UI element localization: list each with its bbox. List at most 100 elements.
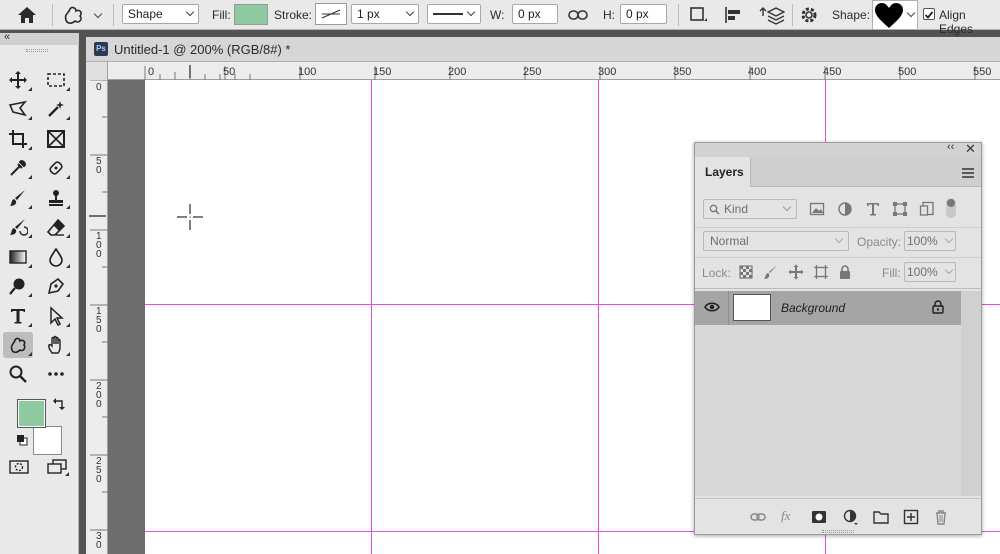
chevron-down-icon — [466, 7, 476, 17]
toolbar-header: « — [0, 31, 79, 45]
blur-tool-icon[interactable] — [41, 244, 71, 270]
blend-mode-select[interactable]: Normal — [703, 231, 849, 251]
vertical-ruler[interactable]: 0 5 0 1 0 0 1 5 0 2 0 0 2 5 0 3 0 — [86, 80, 108, 554]
opacity-input[interactable]: 100% — [904, 231, 956, 251]
document-tab[interactable]: Ps Untitled-1 @ 200% (RGB/8#) * — [86, 37, 1000, 62]
chevron-down-icon — [834, 234, 844, 244]
eraser-icon[interactable] — [41, 214, 71, 240]
quick-mask-icon[interactable] — [8, 458, 30, 476]
guide-vertical[interactable] — [371, 80, 372, 554]
filter-toggle[interactable] — [946, 198, 956, 218]
dodge-tool-icon[interactable] — [3, 273, 33, 299]
crop-tool-icon[interactable] — [3, 126, 33, 152]
stroke-type-select[interactable] — [427, 4, 481, 24]
trash-icon[interactable] — [933, 509, 949, 525]
align-edges-checkbox[interactable] — [923, 8, 935, 20]
layer-style-fx-icon[interactable]: fx — [781, 508, 790, 524]
frame-tool-icon[interactable] — [41, 126, 71, 152]
stroke-color-swatch[interactable] — [315, 3, 347, 25]
chevron-down-icon — [405, 7, 415, 17]
lock-icon[interactable] — [932, 300, 944, 314]
clone-stamp-icon[interactable] — [41, 185, 71, 211]
magic-wand-icon[interactable] — [41, 96, 71, 122]
ruler-label: 0 — [148, 66, 155, 78]
ruler-label: 250 — [523, 66, 542, 78]
height-input[interactable]: 0 px — [620, 4, 667, 24]
collapse-panel-icon[interactable]: ‹‹ — [947, 141, 954, 153]
tab-label: Layers — [705, 165, 744, 179]
link-dimensions-icon[interactable] — [567, 6, 589, 24]
close-icon[interactable]: ✕ — [965, 141, 976, 157]
collapse-icon[interactable]: « — [4, 31, 10, 43]
swap-colors-icon[interactable] — [52, 397, 66, 411]
pixel-layer-filter-icon[interactable] — [809, 201, 825, 217]
fill-input[interactable]: 100% — [904, 262, 956, 282]
panel-menu-icon[interactable] — [962, 167, 974, 178]
path-operations-icon[interactable] — [688, 5, 710, 25]
layers-panel-header[interactable]: ‹‹ ✕ — [695, 141, 981, 157]
adjustment-layer-icon[interactable] — [843, 509, 859, 525]
lasso-tool-icon[interactable] — [3, 96, 33, 122]
type-tool-icon[interactable] — [3, 303, 33, 329]
eyedropper-icon[interactable] — [3, 155, 33, 181]
tool-mode-select[interactable]: Shape — [122, 4, 199, 24]
add-mask-icon[interactable] — [811, 509, 827, 525]
tab-layers[interactable]: Layers — [695, 157, 751, 187]
default-colors-icon[interactable] — [16, 434, 28, 446]
guide-vertical[interactable] — [598, 80, 599, 554]
pen-tool-icon[interactable] — [41, 273, 71, 299]
new-layer-icon[interactable] — [903, 509, 919, 525]
stroke-width-input[interactable]: 1 px — [351, 4, 419, 24]
layer-list-scrollbar[interactable] — [961, 291, 981, 496]
path-arrangement-icon[interactable] — [759, 4, 786, 26]
layer-row-background[interactable]: Background — [695, 291, 961, 325]
shape-layer-filter-icon[interactable] — [892, 201, 908, 217]
ruler-label: 400 — [748, 66, 767, 78]
background-color-swatch[interactable] — [33, 426, 62, 455]
shape-picker[interactable] — [872, 0, 918, 30]
lock-position-icon[interactable] — [788, 264, 804, 280]
rectangular-marquee-icon[interactable] — [41, 67, 71, 93]
new-group-folder-icon[interactable] — [873, 509, 889, 525]
eye-icon[interactable] — [704, 301, 720, 313]
link-layers-icon[interactable] — [750, 509, 766, 525]
home-icon[interactable] — [16, 5, 40, 25]
lock-artboard-icon[interactable] — [813, 264, 829, 280]
lock-image-pixels-icon[interactable] — [763, 264, 779, 280]
layers-panel: ‹‹ ✕ Layers Kind Normal Opacity: 100% Lo… — [694, 141, 982, 535]
layers-panel-footer: fx — [695, 498, 981, 534]
gradient-tool-icon[interactable] — [3, 244, 33, 270]
healing-brush-icon[interactable] — [41, 155, 71, 181]
ruler-label: 2 5 0 — [96, 456, 102, 485]
fill-color-swatch[interactable] — [234, 4, 268, 25]
stroke-label: Stroke: — [274, 8, 313, 22]
horizontal-ruler[interactable]: 0 50 100 150 200 250 300 350 400 450 500… — [86, 62, 1000, 80]
width-input[interactable]: 0 px — [512, 4, 558, 24]
more-tools-icon[interactable] — [41, 361, 71, 387]
move-tool-icon[interactable] — [3, 67, 33, 93]
lock-all-icon[interactable] — [837, 264, 853, 280]
path-selection-icon[interactable] — [41, 303, 71, 329]
path-alignment-icon[interactable] — [723, 5, 745, 25]
filter-kind-select[interactable]: Kind — [703, 199, 797, 219]
opacity-value: 100% — [907, 234, 938, 248]
hand-tool-icon[interactable] — [41, 332, 71, 358]
lock-transparent-pixels-icon[interactable] — [738, 264, 754, 280]
screen-mode-icon[interactable] — [45, 458, 69, 476]
chevron-down-icon — [93, 9, 103, 19]
brush-tool-icon[interactable] — [3, 185, 33, 211]
custom-shape-tool-preset-picker[interactable] — [62, 4, 108, 26]
ruler-label: 300 — [598, 66, 617, 78]
gear-icon[interactable] — [799, 5, 821, 25]
custom-shape-tool-icon[interactable] — [3, 332, 33, 358]
ruler-label: 450 — [823, 66, 842, 78]
chevron-down-icon — [944, 265, 954, 275]
adjustment-layer-filter-icon[interactable] — [837, 201, 853, 217]
height-value: 0 px — [626, 7, 649, 21]
zoom-tool-icon[interactable] — [3, 361, 33, 387]
type-layer-filter-icon[interactable] — [865, 201, 881, 217]
history-brush-icon[interactable] — [3, 214, 33, 240]
foreground-color-swatch[interactable] — [17, 399, 46, 428]
layer-name[interactable]: Background — [781, 301, 845, 315]
smart-object-filter-icon[interactable] — [919, 201, 935, 217]
